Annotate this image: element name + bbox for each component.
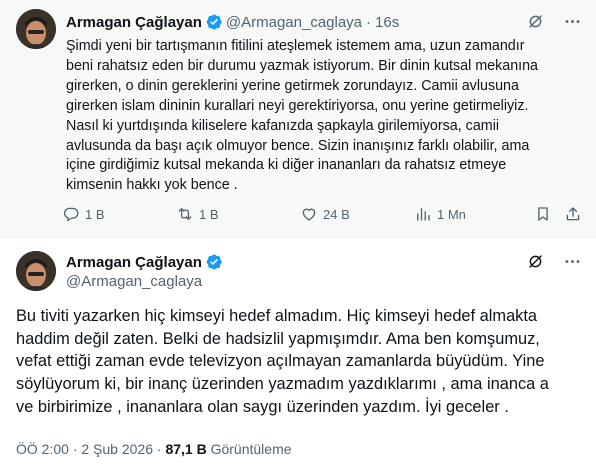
reply-tweet[interactable]: Armagan Çağlayan @Armagan_caglaya · 16s … [0,0,596,238]
repost-count: 1 B [199,206,219,222]
tweet-meta: ÖÖ 2:00 · 2 Şub 2026 · 87,1 B Görüntülem… [16,441,292,457]
share-icon [564,205,582,223]
separator: · [72,441,78,457]
tweet-text: Şimdi yeni bir tartışmanın fitilini ateş… [66,38,539,194]
tweet-time[interactable]: ÖÖ 2:00 [16,441,69,457]
verified-badge-icon [205,253,223,271]
more-icon[interactable] [563,12,582,31]
avatar[interactable] [16,9,56,49]
more-icon[interactable] [563,252,582,271]
bookmark-icon [534,205,552,223]
author-handle[interactable]: @Armagan_caglaya [226,14,362,31]
repost-button[interactable]: 1 B [176,205,219,223]
grok-icon[interactable] [526,252,545,271]
main-tweet-top-icons [526,252,582,271]
author-name[interactable]: Armagan Çağlayan [66,254,202,271]
tweet-date[interactable]: 2 Şub 2026 [81,441,153,457]
separator: · [366,13,372,31]
like-button[interactable]: 24 B [300,205,350,223]
like-count: 24 B [323,206,350,222]
reply-count: 1 B [85,206,105,222]
views-icon [414,205,432,223]
views-button[interactable]: 1 Mn [414,205,466,223]
tweet-text: Bu tiviti yazarken hiç kimseyi hedef alm… [16,307,549,416]
reply-tweet-top-icons [526,12,582,31]
reply-tweet-header: Armagan Çağlayan @Armagan_caglaya · 16s [66,12,399,32]
reply-button[interactable]: 1 B [62,205,105,223]
verified-badge-icon [205,13,223,31]
views-count: 1 Mn [437,206,466,222]
action-bar: 1 B 1 B 24 B 1 Mn [62,205,582,227]
views-count: 87,1 B [165,441,207,457]
bookmark-button[interactable] [534,205,552,223]
heart-icon [300,205,318,223]
views-label: Görüntüleme [210,441,292,457]
avatar[interactable] [16,251,56,291]
repost-icon [176,205,194,223]
grok-icon[interactable] [526,12,545,31]
share-button[interactable] [564,205,582,223]
reply-icon [62,205,80,223]
author-handle[interactable]: @Armagan_caglaya [66,273,226,290]
author-name[interactable]: Armagan Çağlayan [66,14,202,31]
main-tweet-header: Armagan Çağlayan @Armagan_caglaya [66,252,226,290]
separator: · [156,441,162,457]
timestamp[interactable]: 16s [375,14,399,31]
